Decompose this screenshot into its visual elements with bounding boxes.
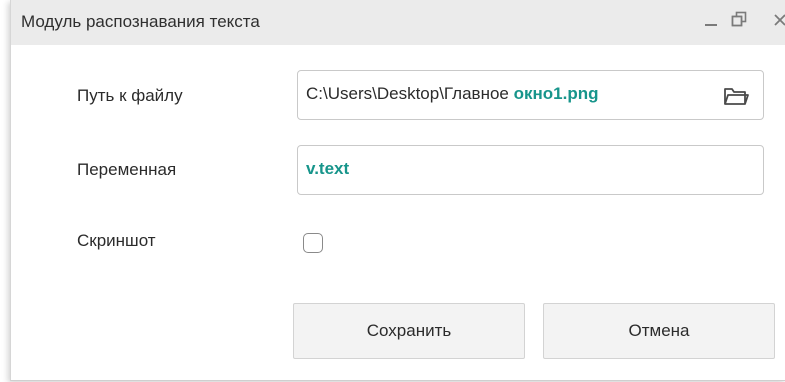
- screenshot-checkbox[interactable]: [303, 233, 323, 253]
- restore-button[interactable]: [731, 9, 749, 36]
- variable-label: Переменная: [77, 160, 177, 179]
- minimize-icon: [705, 24, 717, 26]
- file-path-label: Путь к файлу: [77, 86, 183, 105]
- close-button[interactable]: [773, 9, 785, 36]
- close-icon: [774, 14, 785, 26]
- window-title: Модуль распознавания текста: [21, 12, 260, 31]
- variable-input[interactable]: v.text: [297, 145, 764, 195]
- title-bar[interactable]: Модуль распознавания текста: [11, 0, 785, 45]
- folder-icon: [724, 88, 749, 105]
- file-path-value: C:\Users\Desktop\Главное окно1.png: [306, 84, 599, 103]
- cancel-button[interactable]: Отмена: [543, 303, 775, 359]
- minimize-button[interactable]: [704, 9, 718, 36]
- browse-folder-button[interactable]: [723, 85, 749, 107]
- file-path-input[interactable]: C:\Users\Desktop\Главное окно1.png: [297, 70, 764, 120]
- text-recognition-dialog: Модуль распознавания текста Путь к файлу…: [10, 0, 785, 381]
- restore-icon: [731, 11, 747, 27]
- variable-value: v.text: [306, 159, 350, 178]
- save-button[interactable]: Сохранить: [293, 303, 525, 359]
- screenshot-label: Скриншот: [77, 231, 156, 250]
